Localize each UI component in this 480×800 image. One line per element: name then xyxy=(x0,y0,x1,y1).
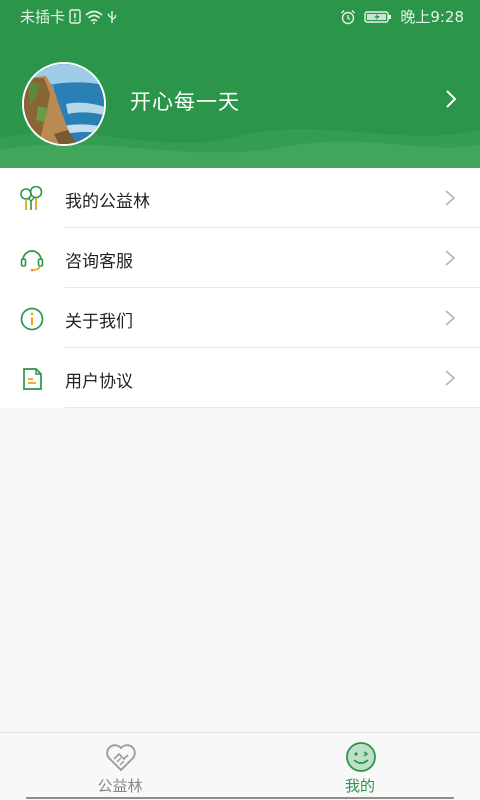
menu-item-label: 关于我们 xyxy=(65,312,133,332)
menu-item-user-agreement[interactable]: 用户协议 xyxy=(0,348,480,408)
sim-alert-icon xyxy=(69,9,81,24)
tab-mine[interactable]: 我的 xyxy=(240,733,480,800)
menu-item-customer-service[interactable]: 咨询客服 xyxy=(0,228,480,288)
info-icon xyxy=(20,307,44,331)
avatar-photo xyxy=(24,64,104,144)
tab-public-forest[interactable]: 公益林 xyxy=(0,733,240,800)
menu-item-about-us[interactable]: 关于我们 xyxy=(0,288,480,348)
alarm-icon xyxy=(341,9,356,24)
tab-label: 公益林 xyxy=(97,777,143,795)
battery-charging-icon xyxy=(364,10,392,23)
tab-label: 我的 xyxy=(344,777,375,795)
menu-item-label: 用户协议 xyxy=(65,372,133,392)
forest-icon xyxy=(20,186,43,210)
avatar[interactable] xyxy=(22,62,106,146)
bottom-nav: 公益林 我的 xyxy=(0,732,480,800)
profile-header[interactable]: 未插卡 晚上9:28 开心每一天 xyxy=(0,0,480,168)
menu-list: 我的公益林 咨询客服 关于我们 用户协议 xyxy=(0,168,480,408)
chevron-right-icon xyxy=(445,370,456,386)
chevron-right-icon xyxy=(445,190,456,206)
carrier-text: 未插卡 xyxy=(20,8,66,26)
status-bar: 未插卡 晚上9:28 xyxy=(0,0,480,32)
usb-icon xyxy=(107,10,117,23)
chevron-right-icon xyxy=(445,310,456,326)
menu-item-label: 我的公益林 xyxy=(65,192,150,212)
menu-item-my-forest[interactable]: 我的公益林 xyxy=(0,168,480,228)
smiley-icon xyxy=(346,742,376,772)
handshake-heart-icon xyxy=(106,744,136,772)
chevron-right-icon[interactable] xyxy=(442,89,460,109)
clock-text: 晚上9:28 xyxy=(400,8,464,26)
system-nav-handle xyxy=(26,797,454,799)
chevron-right-icon xyxy=(445,250,456,266)
menu-item-label: 咨询客服 xyxy=(65,252,133,272)
headset-icon xyxy=(20,250,44,272)
wifi-icon xyxy=(85,10,103,24)
username[interactable]: 开心每一天 xyxy=(130,86,240,116)
divider xyxy=(65,407,480,408)
document-icon xyxy=(23,368,42,390)
